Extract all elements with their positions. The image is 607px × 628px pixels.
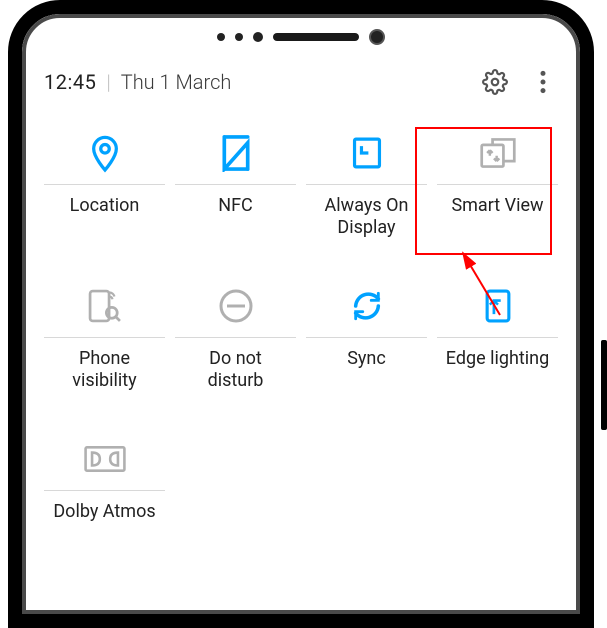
tile-label: Smart View — [451, 195, 543, 239]
more-options-icon[interactable] — [528, 67, 558, 97]
tile-smart-view[interactable]: Smart View — [437, 124, 558, 239]
edge-light-icon — [437, 277, 558, 335]
dolby-icon — [44, 430, 165, 488]
tile-label: Always On Display — [325, 195, 409, 239]
tile-label: Phone visibility — [72, 348, 136, 392]
tile-do-not-disturb[interactable]: Do not disturb — [175, 277, 296, 392]
smart-view-icon — [437, 124, 558, 182]
location-icon — [44, 124, 165, 182]
sync-icon — [306, 277, 427, 335]
tile-sync[interactable]: Sync — [306, 277, 427, 392]
tile-nfc[interactable]: NFC — [175, 124, 296, 239]
tile-phone-visibility[interactable]: Phone visibility — [44, 277, 165, 392]
status-date: Thu 1 March — [121, 70, 232, 94]
sensor-bar — [26, 18, 576, 56]
notification-panel: 12:45 | Thu 1 March — [26, 58, 576, 610]
status-time: 12:45 — [44, 70, 96, 94]
always-on-icon — [306, 124, 427, 182]
tile-label: Location — [70, 195, 140, 239]
tile-label: NFC — [218, 195, 253, 239]
tile-dolby-atmos[interactable]: Dolby Atmos — [44, 430, 165, 545]
status-bar: 12:45 | Thu 1 March — [44, 58, 558, 106]
tile-label: Sync — [347, 348, 386, 392]
phone-screen: 12:45 | Thu 1 March — [22, 14, 580, 614]
tile-location[interactable]: Location — [44, 124, 165, 239]
tile-edge-lighting[interactable]: Edge lighting — [437, 277, 558, 392]
phone-side-button — [601, 340, 607, 430]
tile-always-on-display[interactable]: Always On Display — [306, 124, 427, 239]
nfc-icon — [175, 124, 296, 182]
status-separator: | — [106, 70, 110, 94]
tile-label: Dolby Atmos — [53, 501, 155, 545]
quick-settings-grid: Location NFC — [44, 124, 558, 545]
dnd-icon — [175, 277, 296, 335]
phone-vis-icon — [44, 277, 165, 335]
tile-label: Edge lighting — [446, 348, 549, 392]
settings-gear-icon[interactable] — [480, 67, 510, 97]
tile-label: Do not disturb — [208, 348, 264, 392]
phone-frame: 12:45 | Thu 1 March — [8, 0, 594, 628]
